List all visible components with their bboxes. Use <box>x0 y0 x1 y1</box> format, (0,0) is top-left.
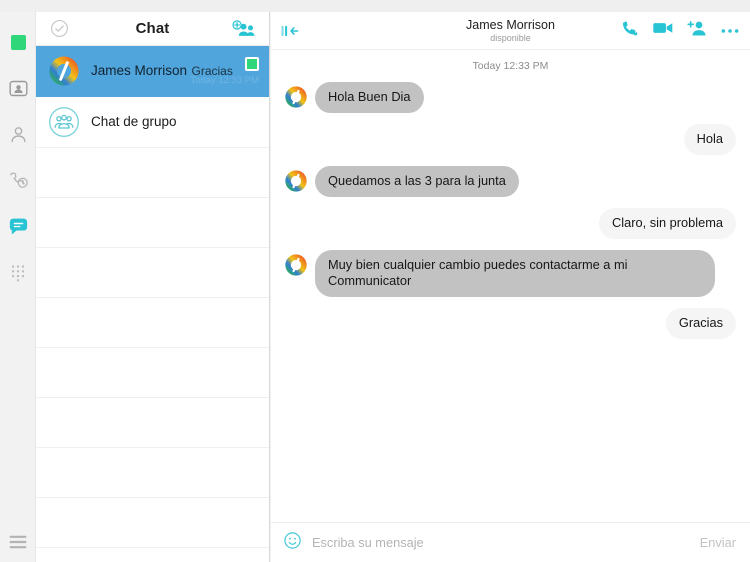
chat-list-item-group-chat[interactable]: Chat de grupo <box>36 97 269 148</box>
message-row: Quedamos a las 3 para la junta <box>285 166 736 197</box>
collapse-panel-icon <box>281 25 299 36</box>
chat-list-item-text: Chat de grupo <box>91 113 259 131</box>
message-bubble: Hola <box>683 124 736 155</box>
day-separator: Today 12:33 PM <box>472 60 549 72</box>
dialpad-icon <box>11 265 25 282</box>
collapse-panel-button[interactable] <box>279 22 301 40</box>
message-list: Today 12:33 PM Hola Buen Dia Hola Quedam… <box>271 50 750 522</box>
message-avatar <box>285 170 307 192</box>
more-dots-icon <box>721 28 739 33</box>
message-row: Hola <box>285 124 736 155</box>
chat-list-rows: James Morrison Gracias Today 12:33 PM Ch… <box>36 46 269 548</box>
rail-item-chat[interactable] <box>0 204 36 248</box>
chat-list-panel: Chat James Morrison Gracias Today 12:33 … <box>36 12 270 562</box>
new-group-chat-button[interactable] <box>231 19 257 39</box>
chat-list-empty-row <box>36 448 269 498</box>
message-composer: Enviar <box>271 522 750 562</box>
message-bubble: Quedamos a las 3 para la junta <box>315 166 519 197</box>
chat-list-empty-row <box>36 248 269 298</box>
chat-list-item-name: James Morrison <box>91 63 188 78</box>
more-options-button[interactable] <box>720 22 740 40</box>
rail-item-menu[interactable] <box>0 520 36 562</box>
chat-list-item-name: Chat de grupo <box>91 114 177 129</box>
message-avatar <box>285 254 307 276</box>
contact-card-icon <box>8 80 28 96</box>
presence-indicator-icon <box>245 56 259 71</box>
message-input[interactable] <box>302 535 700 550</box>
emoji-smiley-icon <box>284 531 301 549</box>
chat-application: Chat James Morrison Gracias Today 12:33 … <box>0 0 750 562</box>
person-icon <box>11 126 25 142</box>
group-circle-icon <box>48 106 80 138</box>
message-row: Claro, sin problema <box>285 208 736 239</box>
message-bubble: Gracias <box>665 308 736 339</box>
rail-item-call-history[interactable] <box>0 158 36 202</box>
chat-list-empty-row <box>36 298 269 348</box>
chat-list-item-time: Today 12:33 PM <box>190 74 259 86</box>
green-square-icon <box>10 34 26 50</box>
chat-list-empty-row <box>36 398 269 448</box>
message-row: Gracias <box>285 308 736 339</box>
call-history-icon <box>9 172 28 188</box>
conversation-panel: James Morrison disponible Today 12:33 PM… <box>271 12 750 562</box>
add-participant-button[interactable] <box>687 19 707 42</box>
window-top-strip <box>0 0 750 12</box>
conversation-actions <box>621 19 740 42</box>
chat-list-empty-row <box>36 198 269 248</box>
message-bubble: Claro, sin problema <box>599 208 736 239</box>
call-button[interactable] <box>621 19 639 42</box>
logo-ring-avatar <box>48 55 80 87</box>
add-person-icon <box>687 21 706 36</box>
rail-item-presence-status[interactable] <box>0 20 36 64</box>
hamburger-menu-icon <box>9 535 27 549</box>
left-icon-rail <box>0 12 36 562</box>
send-button[interactable]: Enviar <box>700 535 736 550</box>
video-camera-icon <box>653 23 673 33</box>
add-group-icon <box>232 19 255 36</box>
video-call-button[interactable] <box>652 19 674 42</box>
chat-list-empty-row <box>36 148 269 198</box>
emoji-picker-button[interactable] <box>283 531 302 555</box>
phone-icon <box>622 21 638 36</box>
chat-list-header: Chat <box>36 12 269 46</box>
message-bubble: Muy bien cualquier cambio puedes contact… <box>315 250 715 297</box>
chat-list-empty-row <box>36 498 269 548</box>
conversation-header: James Morrison disponible <box>271 12 750 50</box>
chat-list-item-meta: Today 12:33 PM <box>190 46 259 96</box>
message-row: Hola Buen Dia <box>285 82 736 113</box>
rail-item-person[interactable] <box>0 112 36 156</box>
chat-bubble-icon <box>9 218 27 235</box>
chat-list-empty-row <box>36 348 269 398</box>
chat-list-item-james-morrison[interactable]: James Morrison Gracias Today 12:33 PM <box>36 46 269 97</box>
message-row: Muy bien cualquier cambio puedes contact… <box>285 250 736 297</box>
message-bubble: Hola Buen Dia <box>315 82 424 113</box>
rail-item-contact-card[interactable] <box>0 66 36 110</box>
rail-item-dialpad[interactable] <box>0 250 36 294</box>
message-avatar <box>285 86 307 108</box>
